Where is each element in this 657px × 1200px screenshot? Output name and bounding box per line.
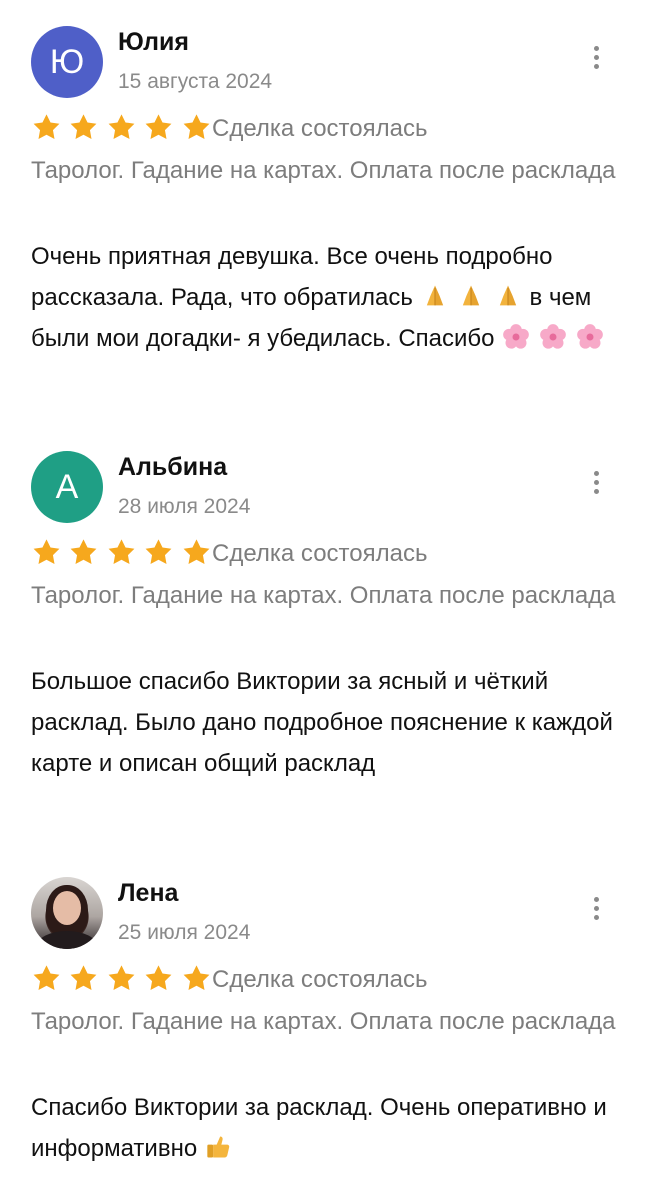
cherry-blossom-icon — [503, 324, 530, 349]
folded-hands-icon — [426, 285, 443, 306]
reviewer-name: Альбина — [118, 453, 228, 481]
more-options-icon[interactable] — [585, 471, 607, 501]
rating-stars — [31, 537, 214, 569]
star-icon — [71, 114, 97, 139]
cherry-blossom-icon — [576, 324, 603, 349]
avatar: Ю — [31, 26, 103, 98]
rating-stars — [31, 963, 214, 995]
avatar-letter: Ю — [49, 43, 85, 81]
folded-hands-icon — [499, 285, 517, 306]
star-icon — [33, 539, 60, 564]
star-icon — [33, 114, 60, 139]
review-card: А Альбина 28 июля 2024 Сделка состоялась… — [0, 451, 657, 831]
star-icon — [183, 539, 210, 564]
star-icon — [71, 539, 97, 564]
review-card: Лена 25 июля 2024 Сделка состоялась Таро… — [0, 877, 657, 1177]
star-icon — [108, 114, 135, 139]
deal-status: Сделка состоялась — [212, 966, 428, 993]
star-icon — [145, 114, 172, 139]
deal-status: Сделка состоялась — [212, 115, 428, 142]
more-options-icon[interactable] — [585, 897, 607, 927]
review-text: Большое спасибо Виктории за ясный и чётк… — [31, 668, 613, 777]
star-icon — [108, 539, 135, 564]
review-text: Спасибо Виктории за расклад. Очень опера… — [31, 1087, 631, 1169]
avatar: А — [31, 451, 103, 523]
star-icon — [145, 965, 172, 990]
star-icon — [145, 539, 172, 564]
cherry-blossom-icon — [540, 324, 566, 349]
review-text: Очень приятная девушка. Все очень подроб… — [31, 236, 631, 359]
deal-status: Сделка состоялась — [212, 540, 428, 567]
star-icon — [183, 114, 210, 139]
service-title: Таролог. Гадание на картах. Оплата после… — [31, 157, 616, 184]
star-icon — [183, 965, 210, 990]
avatar-letter: А — [55, 468, 79, 506]
star-icon — [33, 965, 60, 990]
star-icon — [108, 965, 135, 990]
review-text-part: Спасибо Виктории за расклад. Очень опера… — [31, 1094, 607, 1162]
service-title: Таролог. Гадание на картах. Оплата после… — [31, 582, 616, 609]
service-title: Таролог. Гадание на картах. Оплата после… — [31, 1008, 616, 1035]
folded-hands-icon — [463, 285, 480, 306]
avatar — [31, 877, 103, 949]
star-icon — [71, 965, 97, 990]
review-date: 25 июля 2024 — [118, 921, 251, 944]
more-options-icon[interactable] — [585, 46, 607, 76]
rating-stars — [31, 112, 214, 144]
reviewer-name: Юлия — [118, 28, 189, 56]
reviewer-name: Лена — [118, 879, 179, 907]
thumbs-up-icon — [207, 1136, 230, 1158]
review-date: 15 августа 2024 — [118, 70, 273, 93]
review-card: Ю Юлия 15 августа 2024 Сделка состоялась… — [0, 26, 657, 406]
review-date: 28 июля 2024 — [118, 495, 251, 518]
